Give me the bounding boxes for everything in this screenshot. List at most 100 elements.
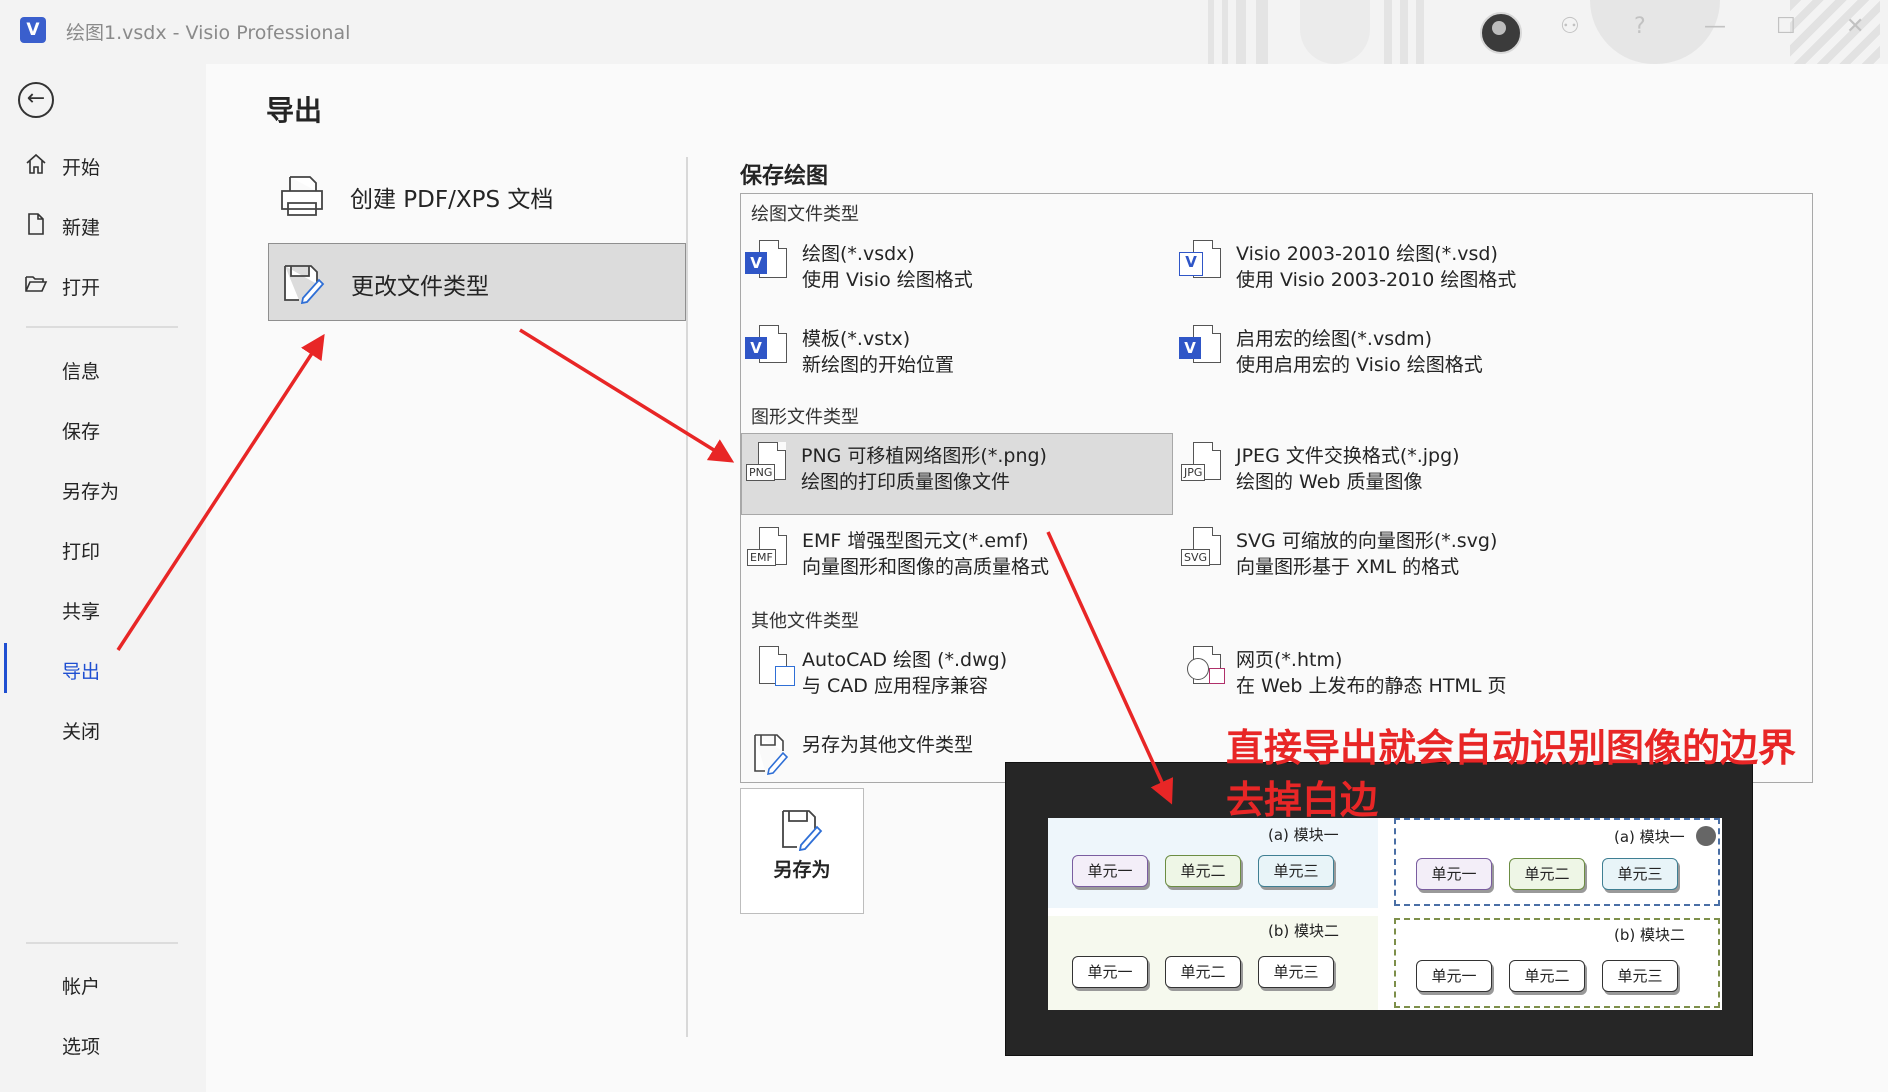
png-file-icon: PNG: [746, 442, 788, 486]
decor-stripe: [1300, 0, 1370, 64]
vsdm-file-icon: V: [1179, 325, 1223, 369]
visio-logo-icon: V: [20, 17, 46, 43]
filetype-desc: 绘图的打印质量图像文件: [801, 471, 1011, 493]
decor-stripe: [1590, 0, 1720, 64]
create-pdf-xps-option[interactable]: 创建 PDF/XPS 文档: [268, 157, 684, 233]
filetype-vsdm[interactable]: V 启用宏的绘图(*.vsdm) 使用启用宏的 Visio 绘图格式: [1177, 317, 1607, 397]
filetype-vsd[interactable]: V Visio 2003-2010 绘图(*.vsd) 使用 Visio 200…: [1177, 232, 1607, 312]
unit-chip: 单元一: [1416, 858, 1492, 890]
nav-print[interactable]: 打印: [0, 529, 204, 569]
filetype-desc: 向量图形和图像的高质量格式: [802, 556, 1050, 578]
unit-chip: 单元三: [1258, 956, 1334, 988]
web-page-icon: [1185, 646, 1225, 690]
group-heading-graphics: 图形文件类型: [751, 407, 859, 428]
sidebar-divider: [26, 326, 178, 328]
unit-chip: 单元一: [1072, 956, 1148, 988]
nav-label: 共享: [62, 601, 101, 623]
module-title: (a) 模块一: [1614, 828, 1685, 846]
nav-open[interactable]: 打开: [0, 265, 204, 305]
filetype-name: JPEG 文件交换格式(*.jpg): [1236, 445, 1460, 467]
nav-export[interactable]: 导出: [0, 649, 204, 689]
decor-stripe: [1416, 0, 1424, 64]
nav-label: 打开: [62, 277, 101, 299]
vsd-file-icon: V: [1179, 240, 1223, 284]
nav-close[interactable]: 关闭: [0, 709, 204, 749]
unit-chip: 单元二: [1165, 956, 1241, 988]
filetype-svg[interactable]: SVG SVG 可缩放的向量图形(*.svg) 向量图形基于 XML 的格式: [1177, 519, 1607, 599]
module-block: (a) 模块一 单元一 单元二 单元三: [1394, 818, 1720, 906]
filetype-name: SVG 可缩放的向量图形(*.svg): [1236, 530, 1498, 552]
decor-stripe: [1222, 0, 1228, 64]
maximize-button[interactable]: ☐: [1776, 14, 1796, 39]
preview-image: (a) 模块一 单元一 单元二 单元三 (a) 模块一 单元一 单元二 单元三 …: [1048, 818, 1722, 1010]
filetype-htm[interactable]: 网页(*.htm) 在 Web 上发布的静态 HTML 页: [1177, 638, 1607, 718]
unit-chip: 单元一: [1072, 855, 1148, 887]
change-file-type-option[interactable]: 更改文件类型: [268, 243, 686, 321]
filetype-desc: 使用 Visio 绘图格式: [802, 269, 973, 291]
close-button[interactable]: ✕: [1846, 14, 1864, 39]
filetype-dwg[interactable]: AutoCAD 绘图 (*.dwg) 与 CAD 应用程序兼容: [743, 638, 1173, 718]
unit-chip: 单元一: [1416, 960, 1492, 992]
minimize-button[interactable]: —: [1704, 14, 1726, 39]
nav-options[interactable]: 选项: [0, 1024, 204, 1064]
nav-account[interactable]: 帐户: [0, 964, 204, 1004]
vsdx-file-icon: V: [745, 240, 789, 284]
save-as-button[interactable]: 另存为: [740, 788, 864, 914]
save-as-other-icon: [754, 734, 789, 775]
unit-chip: 单元二: [1509, 858, 1585, 890]
dwg-file-icon: [751, 646, 795, 690]
arrow-to-png: [519, 328, 735, 463]
filetype-name: 模板(*.vstx): [802, 328, 911, 350]
help-icon[interactable]: ?: [1634, 14, 1646, 39]
svg-file-icon: SVG: [1181, 527, 1223, 571]
module-block: (b) 模块二 单元一 单元二 单元三: [1394, 918, 1720, 1008]
user-avatar[interactable]: [1480, 12, 1522, 54]
vstx-file-icon: V: [745, 325, 789, 369]
back-arrow-icon[interactable]: ←: [18, 82, 54, 118]
filetype-jpg[interactable]: JPG JPEG 文件交换格式(*.jpg) 绘图的 Web 质量图像: [1177, 434, 1607, 514]
nav-save[interactable]: 保存: [0, 409, 204, 449]
change-file-type-icon: [284, 265, 325, 304]
nav-label: 保存: [62, 421, 101, 443]
nav-label: 打印: [62, 541, 101, 563]
preview-handle-icon: [1696, 826, 1716, 846]
filetype-desc: 绘图的 Web 质量图像: [1236, 471, 1423, 493]
filetype-desc: 使用 Visio 2003-2010 绘图格式: [1236, 269, 1517, 291]
filetype-desc: 向量图形基于 XML 的格式: [1236, 556, 1460, 578]
filetype-emf[interactable]: EMF EMF 增强型图元文(*.emf) 向量图形和图像的高质量格式: [743, 519, 1173, 599]
folder-open-icon: [25, 276, 48, 292]
new-file-icon: [28, 213, 44, 235]
group-heading-drawing: 绘图文件类型: [751, 204, 859, 225]
nav-new[interactable]: 新建: [0, 205, 204, 245]
nav-share[interactable]: 共享: [0, 589, 204, 629]
coauthor-icon[interactable]: ⚇: [1560, 14, 1580, 39]
filetype-desc: 使用启用宏的 Visio 绘图格式: [1236, 354, 1483, 376]
module-title: (b) 模块二: [1614, 926, 1685, 944]
home-icon: [26, 153, 46, 174]
window-title: 绘图1.vsdx - Visio Professional: [66, 22, 351, 44]
column-divider: [686, 157, 688, 1037]
filetype-png[interactable]: PNG PNG 可移植网络图形(*.png) 绘图的打印质量图像文件: [741, 433, 1173, 515]
unit-chip: 单元三: [1602, 960, 1678, 992]
filetype-desc: 在 Web 上发布的静态 HTML 页: [1236, 675, 1507, 697]
filetype-vsdx[interactable]: V 绘图(*.vsdx) 使用 Visio 绘图格式: [743, 232, 1173, 312]
decor-stripe: [1236, 0, 1246, 64]
nav-home[interactable]: 开始: [0, 145, 204, 185]
sidebar-divider: [26, 942, 178, 944]
nav-label: 导出: [62, 661, 101, 683]
annotation-line: 直接导出就会自动识别图像的边界: [1226, 726, 1797, 770]
unit-chip: 单元三: [1258, 855, 1334, 887]
filetype-name: 绘图(*.vsdx): [802, 243, 915, 265]
module-block: (b) 模块二 单元一 单元二 单元三: [1048, 916, 1378, 1010]
nav-label: 信息: [62, 361, 101, 383]
filetype-vstx[interactable]: V 模板(*.vstx) 新绘图的开始位置: [743, 317, 1173, 397]
module-title: (a) 模块一: [1268, 826, 1339, 844]
nav-save-as[interactable]: 另存为: [0, 469, 204, 509]
save-drawing-heading: 保存绘图: [740, 164, 829, 189]
printer-pdf-icon: [281, 176, 323, 216]
decor-stripe: [1400, 0, 1408, 64]
filetype-name: 另存为其他文件类型: [802, 734, 974, 756]
module-title: (b) 模块二: [1268, 922, 1339, 940]
decor-stripe: [1208, 0, 1214, 64]
nav-info[interactable]: 信息: [0, 349, 204, 389]
